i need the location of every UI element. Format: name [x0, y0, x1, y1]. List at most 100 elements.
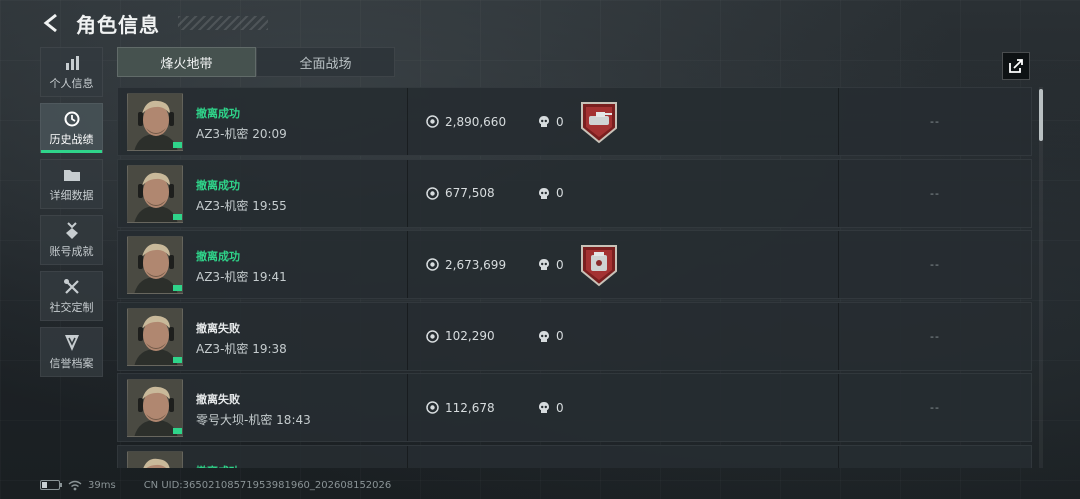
record-extra-cell: [839, 446, 1031, 469]
map-name: AZ3-机密: [196, 127, 249, 141]
loot-value-group: 2,890,660: [426, 115, 538, 129]
page-header: 角色信息: [40, 8, 268, 38]
tank-badge-icon[interactable]: [578, 99, 620, 145]
sidebar-item-label: 详细数据: [49, 188, 94, 202]
sidebar: 个人信息 历史战绩 详细数据 账号成就 社交定制 信誉档案: [40, 47, 103, 383]
match-record-row[interactable]: 撤离成功 AZ3-机密 19:55 677,508 0 --: [117, 158, 1032, 228]
kill-count: 0: [556, 186, 564, 200]
loot-value-group: 2,673,699: [426, 258, 538, 272]
kill-count-group: 0: [538, 401, 578, 415]
sidebar-item-reputation[interactable]: 信誉档案: [40, 327, 103, 377]
avatar: [127, 307, 183, 366]
sidebar-item-label: 社交定制: [49, 300, 94, 314]
avatar: [127, 236, 183, 294]
sidebar-item-label: 信誉档案: [49, 356, 94, 370]
tab-full-battlefield[interactable]: 全面战场: [256, 47, 395, 77]
shield-icon: [63, 334, 81, 352]
machine-badge-icon[interactable]: [578, 242, 620, 288]
sidebar-item-details[interactable]: 详细数据: [40, 159, 103, 209]
map-and-time: AZ3-机密 20:09: [196, 125, 287, 142]
extra-value: --: [930, 329, 940, 343]
folder-icon: [63, 166, 81, 184]
record-stats-cell: 112,678 0: [408, 374, 839, 441]
extraction-status: 撤离成功: [196, 178, 240, 192]
ping-value: 39ms: [88, 479, 116, 491]
bar-chart-icon: [63, 54, 81, 72]
extra-value: --: [930, 401, 940, 414]
share-button[interactable]: [1002, 52, 1030, 80]
scrollbar-thumb[interactable]: [1039, 89, 1043, 141]
map-and-time: 零号大坝-机密 18:43: [196, 411, 311, 428]
match-record-row[interactable]: 撤离失败零号大坝-机密 18:43 112,678 0 --: [117, 373, 1032, 442]
tools-icon: [63, 278, 81, 296]
sidebar-item-history[interactable]: 历史战绩: [40, 103, 103, 153]
back-button[interactable]: [40, 12, 62, 34]
match-record-row[interactable]: 撤离失败 AZ3-机密 19:38 102,290 0 --: [117, 301, 1032, 371]
skull-icon: [539, 116, 549, 127]
skull-icon: [539, 259, 549, 270]
match-record-row[interactable]: 撤离成功: [117, 444, 1032, 469]
map-name: AZ3-机密: [196, 270, 249, 284]
kill-count: 0: [556, 114, 564, 129]
kill-count-group: 0: [538, 115, 578, 129]
extra-value: --: [930, 258, 940, 271]
loot-value: 2,673,699: [445, 257, 507, 272]
clock-icon: [63, 110, 81, 128]
record-stats-cell: 2,890,660 0: [408, 88, 839, 155]
record-stats-cell: 2,673,699 0: [408, 231, 839, 298]
sidebar-item-social[interactable]: 社交定制: [40, 271, 103, 321]
sidebar-item-label: 账号成就: [49, 244, 94, 258]
status-tag: [173, 285, 182, 291]
loot-value: 112,678: [445, 400, 495, 415]
kill-count: 0: [556, 257, 564, 272]
record-main-cell: 撤离失败零号大坝-机密 18:43: [118, 374, 408, 441]
medal-icon: [63, 221, 81, 240]
battery-icon: [40, 480, 62, 490]
record-main-cell: 撤离成功: [118, 445, 408, 468]
sidebar-item-profile[interactable]: 个人信息: [40, 47, 103, 97]
skull-icon: [539, 402, 549, 413]
extraction-status: 撤离成功: [196, 107, 240, 120]
coin-icon: [426, 401, 439, 414]
record-main-cell: 撤离失败 AZ3-机密 19:38: [118, 302, 408, 370]
coin-icon: [426, 258, 439, 271]
extraction-status: 撤离失败: [196, 393, 240, 406]
sidebar-item-achievements[interactable]: 账号成就: [40, 215, 103, 265]
sidebar-item-label: 个人信息: [49, 76, 94, 90]
match-history-list: 撤离成功 AZ3-机密 20:09 2,890,660 0 -- 撤离成功 AZ3-机密 1…: [117, 87, 1032, 468]
scrollbar[interactable]: [1039, 87, 1043, 468]
chevron-left-icon: [43, 13, 57, 33]
kill-count: 0: [556, 400, 564, 415]
skull-icon: [539, 187, 549, 199]
match-record-row[interactable]: 撤离成功 AZ3-机密 20:09 2,890,660 0 --: [117, 87, 1032, 156]
wifi-icon: [68, 480, 82, 491]
avatar: [127, 379, 183, 437]
match-time: 19:38: [252, 341, 287, 356]
map-name: 零号大坝-机密: [196, 413, 273, 427]
page-title: 角色信息: [76, 12, 160, 37]
share-icon: [1009, 59, 1023, 73]
avatar: [127, 93, 183, 151]
status-footer: 39ms CN UID:3650210857195398196​0_202608…: [40, 477, 391, 493]
skull-icon: [539, 330, 549, 342]
coin-icon: [426, 115, 439, 128]
avatar: [127, 450, 183, 468]
record-stats-cell: [408, 445, 839, 468]
record-main-cell: 撤离成功 AZ3-机密 20:09: [118, 88, 408, 155]
match-time: 19:41: [252, 270, 287, 284]
kill-count-group: 0: [538, 329, 578, 343]
loot-value: 677,508: [445, 186, 495, 200]
match-time: 19:55: [252, 198, 287, 213]
loot-value-group: 112,678: [426, 401, 538, 415]
map-name: AZ3-机密: [196, 341, 249, 356]
record-stats-cell: 677,508 0: [408, 159, 839, 227]
extraction-status: 撤离成功: [196, 250, 240, 263]
match-record-row[interactable]: 撤离成功 AZ3-机密 19:41 2,673,699 0 --: [117, 230, 1032, 299]
record-extra-cell: --: [839, 160, 1031, 227]
record-extra-cell: --: [839, 374, 1031, 441]
status-tag: [173, 213, 182, 220]
uid-label: CN UID:3650210857195398196​0_20260815202…: [143, 479, 392, 491]
match-time: 20:09: [252, 127, 287, 141]
tab-haven-zone[interactable]: 烽火地带: [117, 47, 256, 77]
record-extra-cell: --: [839, 303, 1031, 370]
